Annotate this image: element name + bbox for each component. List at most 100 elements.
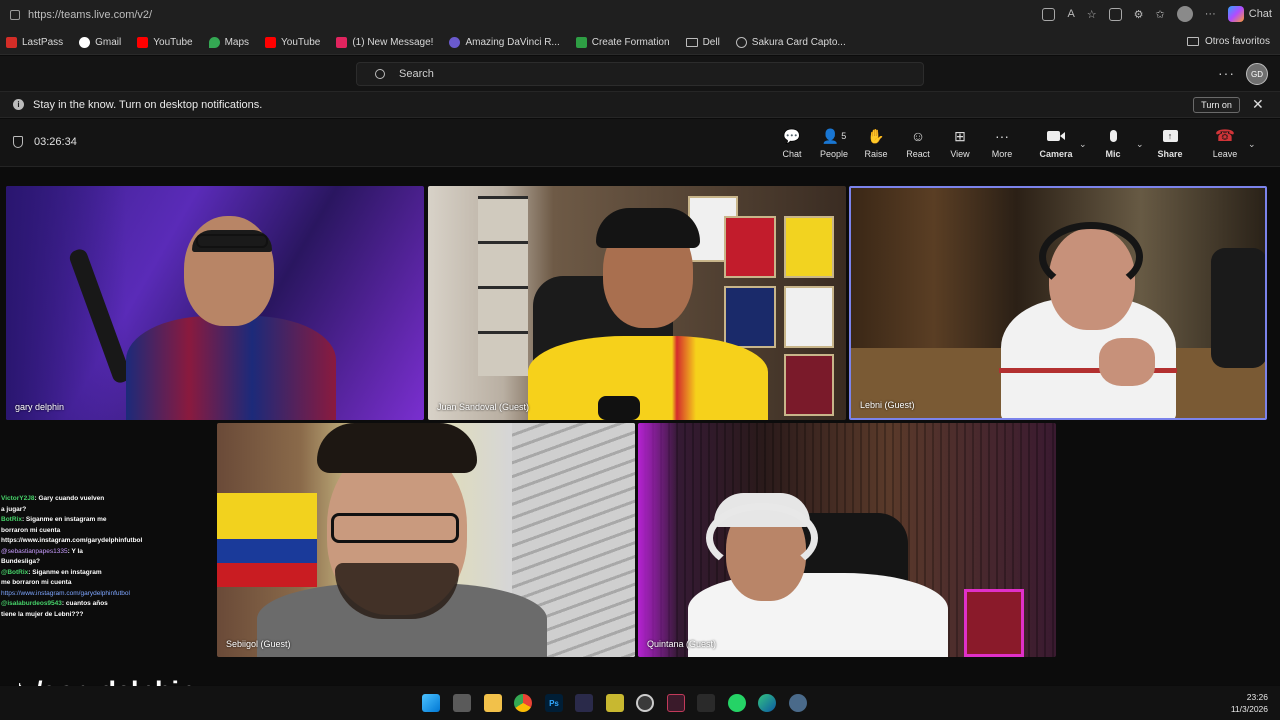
file-explorer-icon[interactable] <box>484 694 502 712</box>
chair <box>1211 248 1265 368</box>
system-clock[interactable]: 23:26 11/3/2026 <box>1231 691 1268 715</box>
bookmark-davinci[interactable]: Amazing DaVinci R... <box>449 36 560 48</box>
other-favorites[interactable]: Otros favoritos <box>1186 36 1270 47</box>
bookmark-create-formation[interactable]: Create Formation <box>575 36 670 48</box>
mic-button[interactable]: Mic <box>1093 127 1133 159</box>
bookmark-dell[interactable]: Dell <box>685 36 720 48</box>
bookmark-youtube[interactable]: YouTube <box>137 36 193 48</box>
react-button[interactable]: ☺ React <box>898 127 938 159</box>
jersey-frame <box>724 216 776 278</box>
mic-options-chevron-icon[interactable]: ⌄ <box>1136 139 1144 150</box>
settings-more-icon[interactable]: ··· <box>1218 65 1235 81</box>
wall-frame <box>964 589 1024 657</box>
video-tile-juan[interactable]: Juan Sandoval (Guest) <box>428 186 846 420</box>
bookmark-lastpass[interactable]: LastPass <box>6 36 63 48</box>
bookmark-sakura[interactable]: Sakura Card Capto... <box>735 36 846 48</box>
whatsapp-icon[interactable] <box>728 694 746 712</box>
read-aloud-icon[interactable]: A <box>1067 8 1074 20</box>
leave-label: Leave <box>1212 149 1238 159</box>
participant-name: Quintana (Guest) <box>647 639 717 649</box>
leave-options-chevron-icon[interactable]: ⌄ <box>1248 139 1256 150</box>
video-tile-gary[interactable]: gary delphin <box>6 186 424 420</box>
bookmark-label: Gmail <box>95 36 122 48</box>
obs-icon[interactable] <box>636 694 654 712</box>
chat-message: @BotRix: Siganme en instagram me borraro… <box>1 568 109 589</box>
more-button[interactable]: ··· More <box>982 127 1022 159</box>
more-menu-icon[interactable]: ··· <box>1205 8 1216 20</box>
browser-toolbar: A ☆ ⚙ ✩ ··· Chat <box>1042 6 1272 22</box>
chat-button[interactable]: 💬 Chat <box>772 127 812 160</box>
jersey-frame <box>724 286 776 348</box>
windows-start-icon[interactable] <box>422 694 440 712</box>
microphone <box>598 396 640 420</box>
url-field[interactable]: https://teams.live.com/v2/ <box>10 9 152 21</box>
headphones <box>706 503 818 573</box>
user-avatar[interactable]: GD <box>1246 63 1268 85</box>
turn-on-button[interactable]: Turn on <box>1193 97 1240 113</box>
app-icon[interactable] <box>697 694 715 712</box>
globe-icon <box>735 36 747 48</box>
youtube-icon <box>137 36 149 48</box>
profile-avatar[interactable] <box>1176 6 1193 22</box>
camera-icon <box>1047 127 1065 145</box>
chat-user: VictorY2J8 <box>1 495 35 502</box>
people-button[interactable]: 👤 5 People <box>814 127 854 160</box>
favorite-star-icon[interactable]: ☆ <box>1087 8 1097 21</box>
glasses <box>196 234 268 248</box>
bookmark-label: Dell <box>702 36 720 48</box>
video-tile-quintana[interactable]: Quintana (Guest) <box>638 423 1056 657</box>
settings-gear-icon[interactable] <box>789 694 807 712</box>
camera-button[interactable]: Camera <box>1036 127 1076 159</box>
share-button[interactable]: ↑ Share <box>1150 127 1190 159</box>
notes-app-icon[interactable] <box>606 694 624 712</box>
bookmark-youtube-2[interactable]: YouTube <box>265 36 320 48</box>
photoshop-icon[interactable]: Ps <box>545 694 563 712</box>
background-shade <box>6 186 126 420</box>
davinci-resolve-icon[interactable] <box>575 694 593 712</box>
video-editor-icon[interactable] <box>667 694 685 712</box>
task-view-icon[interactable] <box>453 694 471 712</box>
site-info-icon[interactable] <box>10 10 20 20</box>
message-icon <box>336 36 348 48</box>
chat-user: BotRix <box>1 516 22 523</box>
close-icon[interactable]: ✕ <box>1252 96 1264 113</box>
bookmarks-bar: LastPass Gmail YouTube Maps YouTube (1) … <box>0 30 1280 55</box>
bookmark-new-message[interactable]: (1) New Message! <box>336 36 433 48</box>
chat-message: BotRix: Siganme en instagram me borraron… <box>1 515 142 547</box>
camera-options-chevron-icon[interactable]: ⌄ <box>1079 139 1087 150</box>
more-label: More <box>991 149 1013 159</box>
clock-date: 11/3/2026 <box>1230 704 1268 714</box>
copilot-button[interactable]: Chat <box>1227 6 1272 22</box>
folder-icon <box>685 37 698 47</box>
bookmark-label: YouTube <box>153 36 193 48</box>
bookmark-label: Sakura Card Capto... <box>751 36 846 48</box>
jersey-frame <box>784 216 834 278</box>
formation-icon <box>575 36 587 48</box>
bookmark-label: Maps <box>224 36 250 48</box>
chat-message: VictorY2J8: Gary cuando vuelven a jugar? <box>1 494 109 515</box>
edge-icon[interactable] <box>758 694 776 712</box>
search-input[interactable]: Search <box>356 62 924 86</box>
chat-message: @sebastianpapes1335: Y la Bundesliga? <box>1 547 109 568</box>
person-body <box>126 316 336 420</box>
chat-label: Chat <box>782 149 802 159</box>
notification-banner: i Stay in the know. Turn on desktop noti… <box>0 92 1280 118</box>
bookmark-gmail[interactable]: Gmail <box>79 36 122 48</box>
copilot-label: Chat <box>1248 8 1272 20</box>
neon-light <box>638 423 678 657</box>
video-tile-sebiigol[interactable]: Sebiigol (Guest) <box>217 423 635 657</box>
favorites-icon[interactable]: ✩ <box>1156 8 1165 21</box>
chrome-icon[interactable] <box>514 694 532 712</box>
raise-hand-button[interactable]: ✋ Raise <box>856 127 896 160</box>
davinci-icon <box>449 36 461 48</box>
view-button[interactable]: ⊞ View <box>940 127 980 160</box>
participant-name: Juan Sandoval (Guest) <box>437 402 530 412</box>
leave-button[interactable]: ☎ Leave <box>1205 127 1245 159</box>
grid-view-icon: ⊞ <box>954 127 966 144</box>
bookmark-maps[interactable]: Maps <box>208 36 250 48</box>
app-available-icon[interactable] <box>1042 7 1056 21</box>
person-body <box>528 336 768 420</box>
extensions-icon[interactable]: ⚙ <box>1134 8 1144 21</box>
split-screen-icon[interactable] <box>1108 7 1122 21</box>
video-tile-lebni[interactable]: Lebni (Guest) <box>849 186 1267 420</box>
